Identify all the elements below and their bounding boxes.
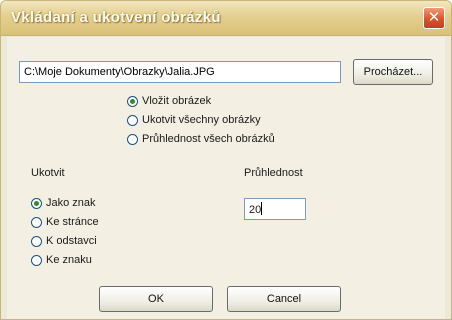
radio-transparency-all-images[interactable]: Průhlednost všech obrázků [127, 133, 275, 145]
cancel-button[interactable]: Cancel [227, 286, 341, 312]
text-caret [261, 202, 263, 215]
title-bar[interactable]: Vkládaní a ukotvení obrázků ✕ [1, 1, 451, 36]
radio-label: Ke znaku [46, 254, 92, 266]
radio-label: Ukotvit všechny obrázky [142, 114, 261, 126]
dialog-title: Vkládaní a ukotvení obrázků [11, 9, 221, 26]
radio-button[interactable] [31, 216, 42, 228]
anchor-group-label: Ukotvit [31, 167, 65, 179]
ok-button[interactable]: OK [99, 286, 213, 312]
radio-as-character[interactable]: Jako znak [31, 197, 96, 209]
transparency-label: Průhlednost [244, 167, 303, 179]
radio-to-character[interactable]: Ke znaku [31, 254, 92, 266]
radio-button-checked[interactable] [127, 95, 138, 107]
radio-anchor-all-images[interactable]: Ukotvit všechny obrázky [127, 114, 261, 126]
radio-label: K odstavci [46, 235, 97, 247]
radio-label: Průhlednost všech obrázků [142, 133, 275, 145]
radio-label: Vložit obrázek [142, 95, 212, 107]
transparency-input[interactable]: 20 [244, 198, 306, 220]
radio-insert-image[interactable]: Vložit obrázek [127, 95, 211, 107]
close-icon: ✕ [427, 9, 441, 26]
dialog-content: Procházet... Vložit obrázek Ukotvit všec… [7, 37, 445, 319]
radio-button-checked[interactable] [31, 197, 42, 209]
close-button[interactable]: ✕ [423, 7, 445, 29]
file-path-input[interactable] [19, 61, 341, 83]
radio-to-page[interactable]: Ke stránce [31, 216, 99, 228]
radio-to-paragraph[interactable]: K odstavci [31, 235, 97, 247]
radio-button[interactable] [31, 254, 42, 266]
radio-button[interactable] [31, 235, 42, 247]
transparency-value: 20 [249, 204, 262, 216]
dialog-window: Vkládaní a ukotvení obrázků ✕ Procházet.… [0, 0, 452, 320]
browse-button[interactable]: Procházet... [353, 59, 433, 85]
radio-button[interactable] [127, 133, 138, 145]
radio-label: Jako znak [46, 197, 96, 209]
radio-label: Ke stránce [46, 216, 99, 228]
radio-button[interactable] [127, 114, 138, 126]
